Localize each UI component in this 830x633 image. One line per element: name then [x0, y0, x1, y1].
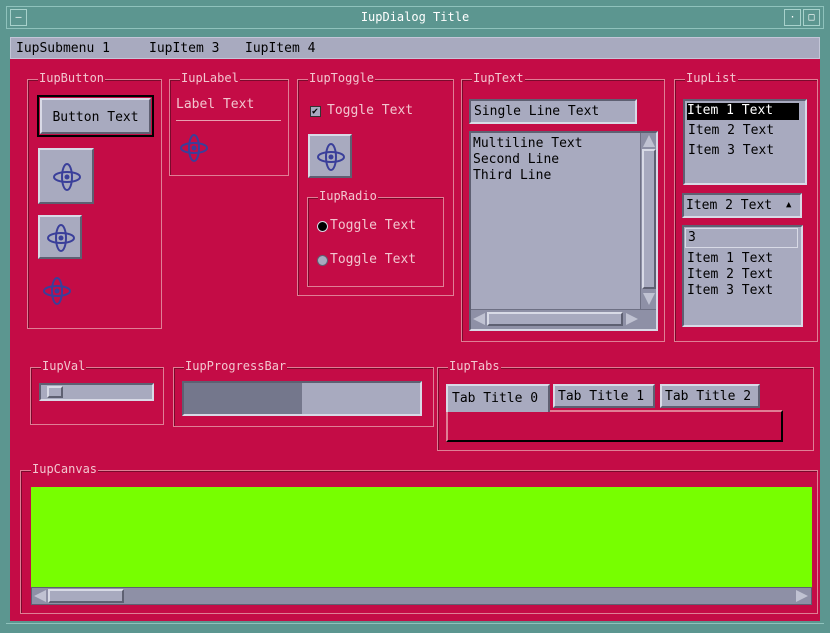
- list-item[interactable]: Item 3 Text: [688, 143, 774, 158]
- scroll-left-arrow-icon[interactable]: [34, 590, 46, 602]
- radio-label-0[interactable]: Toggle Text: [330, 218, 416, 233]
- edit-list-value: 3: [688, 230, 696, 245]
- progress-bar-fill: [184, 383, 302, 414]
- scroll-down-arrow-icon[interactable]: [643, 293, 655, 305]
- group-tabs-title: IupTabs: [448, 359, 501, 373]
- multiline-line-3: Third Line: [473, 168, 552, 183]
- group-radio-title: IupRadio: [318, 189, 378, 203]
- radio-option-0[interactable]: [317, 221, 328, 232]
- group-canvas-title: IupCanvas: [31, 462, 99, 476]
- button-default-ring: Button Text: [37, 95, 154, 137]
- title-bar[interactable]: — IupDialog Title · □: [6, 6, 824, 29]
- edit-list-input[interactable]: 3: [685, 228, 798, 248]
- image-button-small[interactable]: [38, 215, 82, 259]
- scroll-left-arrow-icon[interactable]: [473, 313, 485, 325]
- text-button[interactable]: Button Text: [40, 98, 151, 134]
- canvas-horizontal-scrollbar[interactable]: [31, 587, 812, 605]
- list-item[interactable]: Item 3 Text: [687, 283, 773, 299]
- tab-2-label: Tab Title 2: [665, 389, 752, 404]
- menu-item-submenu-1[interactable]: IupSubmenu 1: [16, 41, 110, 56]
- single-line-value: Single Line Text: [474, 104, 600, 119]
- vertical-scroll-thumb[interactable]: [642, 149, 656, 289]
- group-text: IupText Single Line Text Multiline Text …: [461, 71, 665, 342]
- multiline-input[interactable]: Multiline Text Second Line Third Line: [469, 131, 658, 331]
- edit-list-box[interactable]: 3 Item 1 Text Item 2 Text Item 3 Text: [682, 225, 803, 327]
- scroll-right-arrow-icon[interactable]: [626, 313, 638, 325]
- gimbal-icon[interactable]: [41, 275, 73, 307]
- group-list: IupList Item 1 Text Item 2 Text Item 3 T…: [674, 71, 818, 342]
- group-label-title: IupLabel: [180, 71, 240, 85]
- list-item[interactable]: Item 2 Text: [688, 123, 774, 138]
- group-toggle-title: IupToggle: [308, 71, 376, 85]
- toggle-checkbox[interactable]: ✔: [310, 106, 321, 117]
- group-val: IupVal: [30, 359, 164, 425]
- canvas-scroll-thumb[interactable]: [48, 589, 124, 603]
- gimbal-icon: [178, 132, 210, 164]
- val-slider-thumb[interactable]: [46, 386, 63, 398]
- dropdown-arrow-icon[interactable]: ▲: [786, 200, 791, 210]
- menu-item-item-4[interactable]: IupItem 4: [245, 41, 315, 56]
- radio-option-1[interactable]: [317, 255, 328, 266]
- check-icon: ✔: [312, 106, 319, 117]
- toggle-label[interactable]: Toggle Text: [327, 103, 413, 118]
- window-title: IupDialog Title: [360, 10, 470, 24]
- list-item[interactable]: Item 2 Text: [687, 267, 773, 283]
- multiline-line-1: Multiline Text: [473, 136, 583, 151]
- val-slider-track[interactable]: [39, 383, 154, 401]
- group-label: IupLabel Label Text: [169, 71, 289, 176]
- group-toggle: IupToggle ✔ Toggle Text IupRadio Toggle …: [297, 71, 454, 296]
- group-text-title: IupText: [472, 71, 525, 85]
- image-toggle[interactable]: [308, 134, 352, 178]
- list-item-selected[interactable]: Item 1 Text: [687, 103, 799, 120]
- dialog-window: — IupDialog Title · □ IupSubmenu 1 IupIt…: [0, 0, 830, 633]
- scroll-up-arrow-icon[interactable]: [643, 135, 655, 147]
- image-button-large[interactable]: [38, 148, 94, 204]
- group-list-title: IupList: [685, 71, 738, 85]
- list-item[interactable]: Item 1 Text: [687, 251, 773, 267]
- progress-bar: [182, 381, 422, 416]
- group-canvas: IupCanvas: [20, 462, 818, 614]
- gimbal-icon: [51, 161, 83, 193]
- canvas-drawing-area[interactable]: [31, 487, 812, 587]
- radio-label-1[interactable]: Toggle Text: [330, 252, 416, 267]
- group-button: IupButton Button Text: [27, 71, 162, 329]
- group-val-title: IupVal: [41, 359, 87, 373]
- horizontal-scroll-thumb[interactable]: [487, 312, 623, 326]
- window-bottom-frame[interactable]: [6, 623, 824, 630]
- label-separator: [176, 120, 281, 121]
- list-box[interactable]: Item 1 Text Item 2 Text Item 3 Text: [683, 99, 807, 185]
- tab-1-label: Tab Title 1: [558, 389, 645, 404]
- scroll-right-arrow-icon[interactable]: [796, 590, 808, 602]
- multiline-line-2: Second Line: [473, 152, 560, 167]
- single-line-input[interactable]: Single Line Text: [469, 99, 637, 124]
- dialog-client-area: IupButton Button Text IupLabel Label Tex…: [10, 59, 820, 621]
- maximize-button[interactable]: □: [803, 9, 820, 26]
- tab-0-label: Tab Title 0: [452, 391, 539, 406]
- group-radio: IupRadio Toggle Text Toggle Text: [307, 189, 444, 287]
- multiline-horizontal-scrollbar[interactable]: [471, 309, 656, 329]
- tab-1[interactable]: Tab Title 1: [553, 384, 655, 408]
- label-text: Label Text: [176, 97, 255, 112]
- menu-item-item-3[interactable]: IupItem 3: [149, 41, 219, 56]
- group-tabs: IupTabs Tab Title 0 Tab Title 1 Tab Titl…: [437, 359, 814, 451]
- tab-2[interactable]: Tab Title 2: [660, 384, 760, 408]
- gimbal-icon: [315, 141, 347, 173]
- text-button-label: Button Text: [52, 110, 139, 125]
- list-dropdown[interactable]: Item 2 Text ▲: [682, 193, 802, 218]
- gimbal-icon: [45, 222, 77, 254]
- group-progress-title: IupProgressBar: [184, 359, 288, 373]
- group-progress: IupProgressBar: [173, 359, 434, 427]
- group-button-title: IupButton: [38, 71, 106, 85]
- menu-bar: IupSubmenu 1 IupItem 3 IupItem 4: [10, 37, 820, 59]
- tab-content-panel: [446, 410, 783, 442]
- dropdown-value: Item 2 Text: [686, 198, 773, 213]
- multiline-vertical-scrollbar[interactable]: [640, 133, 656, 309]
- tab-0[interactable]: Tab Title 0: [446, 384, 550, 412]
- minimize-button[interactable]: ·: [784, 9, 801, 26]
